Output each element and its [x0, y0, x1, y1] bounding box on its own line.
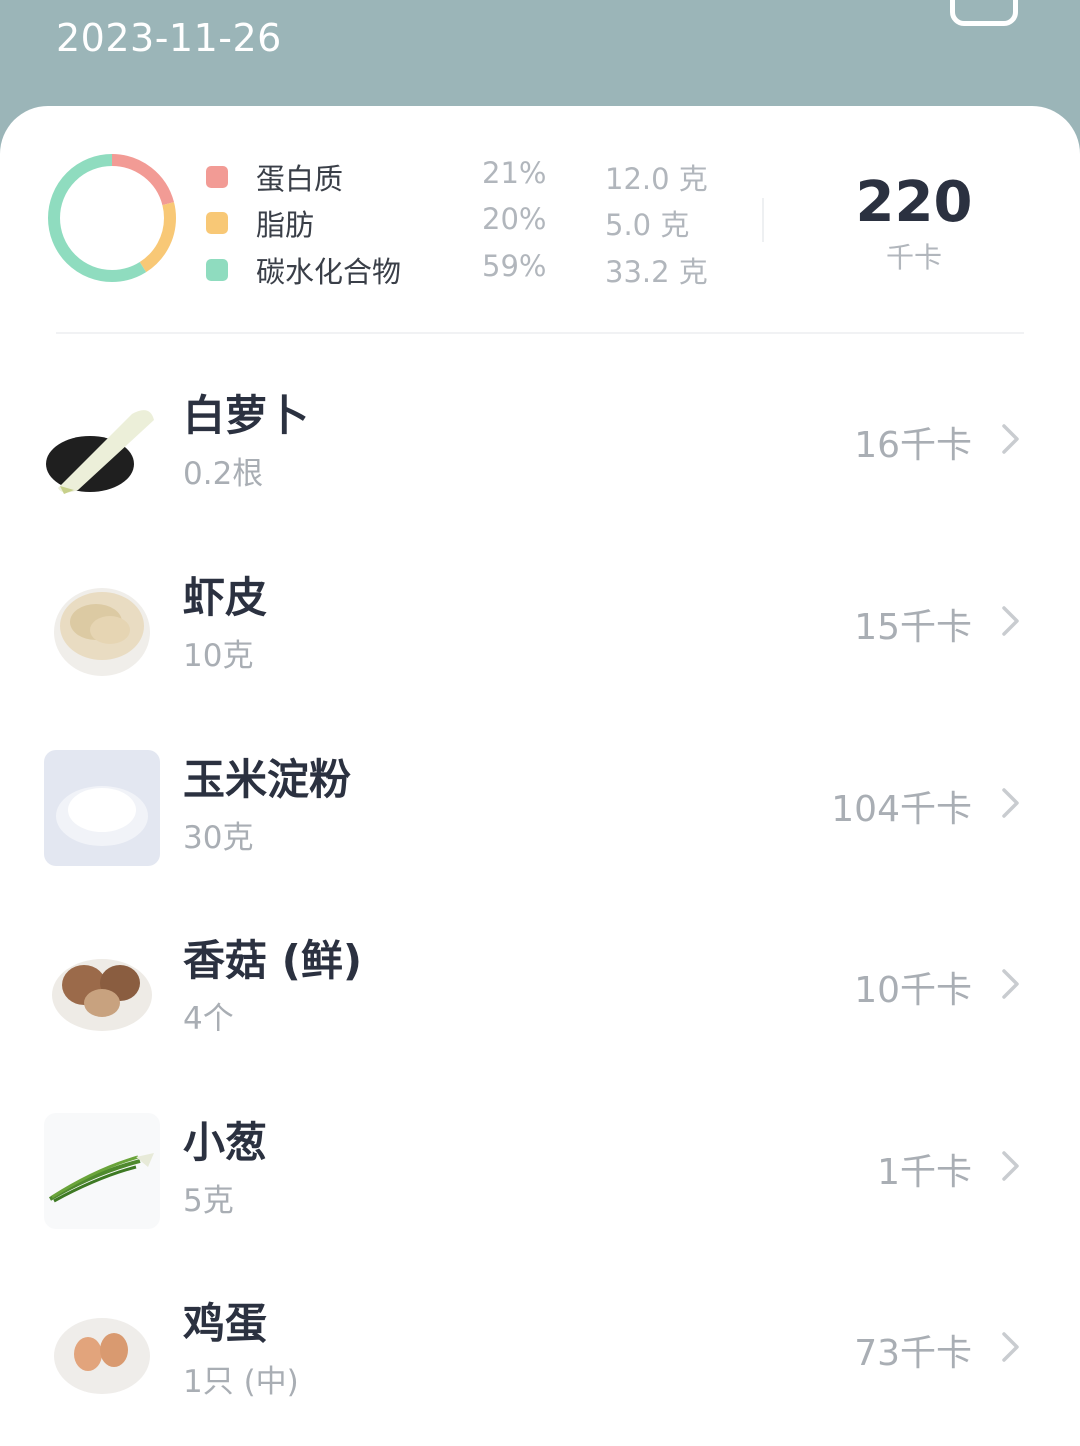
food-name: 白萝卜: [183, 391, 310, 440]
macro-row-carbs: 碳水化合物 59% 33.2 克: [0, 249, 720, 289]
section-divider: [56, 332, 1024, 334]
macro-percent: 21%: [482, 156, 547, 190]
macro-name: 碳水化合物: [256, 255, 402, 289]
carbs-color-dot: [206, 259, 228, 281]
macro-percent: 20%: [482, 202, 547, 236]
macro-name: 脂肪: [256, 208, 315, 242]
macro-name: 蛋白质: [256, 162, 344, 196]
macro-row-protein: 蛋白质 21% 12.0 克: [0, 156, 720, 196]
food-name: 鸡蛋: [183, 1299, 268, 1348]
macro-grams: 33.2 克: [605, 255, 708, 289]
food-quantity: 30克: [183, 820, 254, 856]
food-kcal: 104千卡: [831, 789, 972, 830]
total-kcal: 220: [855, 170, 973, 235]
food-row-dried-shrimp[interactable]: 虾皮 10克 15千卡: [0, 568, 1080, 718]
food-kcal: 16千卡: [854, 425, 972, 466]
macro-percent: 59%: [482, 249, 547, 283]
food-row-white-radish[interactable]: 白萝卜 0.2根 16千卡: [0, 386, 1080, 536]
macro-grams: 12.0 克: [605, 162, 708, 196]
food-name: 虾皮: [183, 573, 268, 622]
food-quantity: 5克: [183, 1183, 234, 1219]
white-radish-icon: [44, 386, 160, 502]
food-quantity: 0.2根: [183, 456, 264, 492]
scallion-icon: [44, 1113, 160, 1229]
food-quantity: 1只 (中): [183, 1364, 299, 1400]
egg-icon: [44, 1294, 160, 1410]
food-kcal: 73千卡: [854, 1333, 972, 1374]
macro-grams: 5.0 克: [605, 208, 690, 242]
food-name: 小葱: [183, 1118, 268, 1167]
food-kcal: 1千卡: [877, 1152, 972, 1193]
chevron-right-icon: [1002, 788, 1019, 818]
edit-icon[interactable]: [950, 0, 1018, 26]
chevron-right-icon: [1002, 969, 1019, 999]
food-row-shiitake[interactable]: 香菇 (鲜) 4个 10千卡: [0, 931, 1080, 1081]
food-row-scallion[interactable]: 小葱 5克 1千卡: [0, 1113, 1080, 1263]
dried-shrimp-icon: [44, 568, 160, 684]
total-kcal-unit: 千卡: [885, 241, 942, 274]
food-row-cornstarch[interactable]: 玉米淀粉 30克 104千卡: [0, 750, 1080, 900]
food-quantity: 4个: [183, 1001, 234, 1037]
chevron-right-icon: [1002, 1151, 1019, 1181]
summary-divider: [762, 198, 764, 242]
food-name: 玉米淀粉: [183, 755, 352, 804]
food-row-egg[interactable]: 鸡蛋 1只 (中) 73千卡: [0, 1294, 1080, 1444]
food-kcal: 15千卡: [854, 607, 972, 648]
food-kcal: 10千卡: [854, 970, 972, 1011]
shiitake-icon: [44, 931, 160, 1047]
chevron-right-icon: [1002, 606, 1019, 636]
protein-color-dot: [206, 166, 228, 188]
chevron-right-icon: [1002, 424, 1019, 454]
fat-color-dot: [206, 212, 228, 234]
cornstarch-icon: [44, 750, 160, 866]
chevron-right-icon: [1002, 1332, 1019, 1362]
date-label: 2023-11-26: [56, 16, 282, 60]
food-quantity: 10克: [183, 638, 254, 674]
macro-row-fat: 脂肪 20% 5.0 克: [0, 202, 720, 242]
food-name: 香菇 (鲜): [183, 936, 363, 985]
